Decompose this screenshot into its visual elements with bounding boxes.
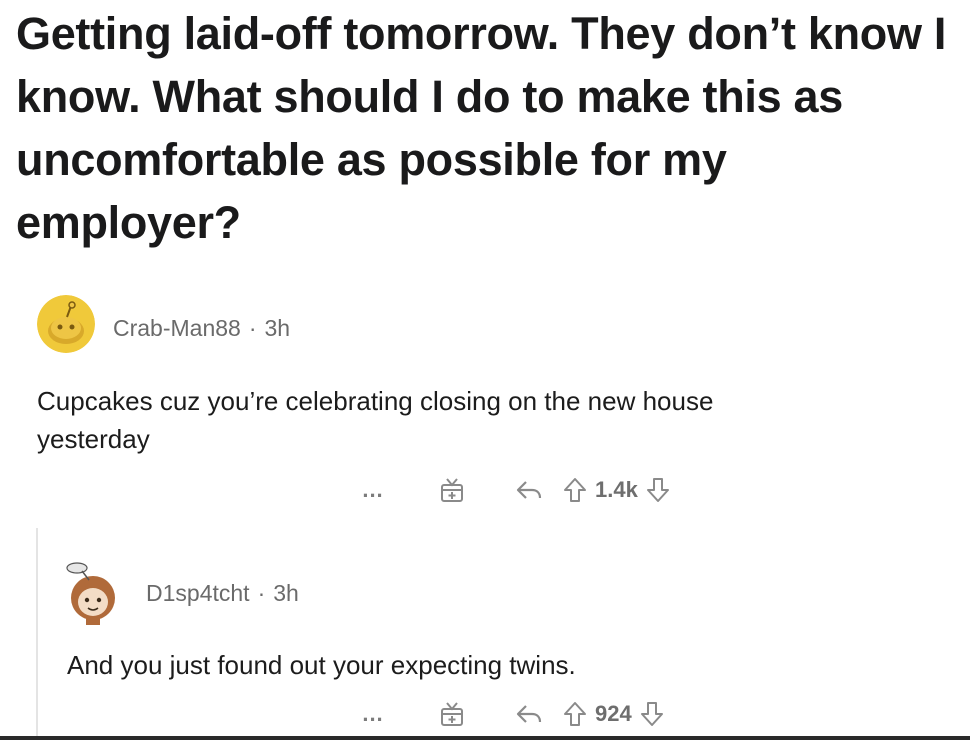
- username[interactable]: Crab-Man88: [113, 315, 241, 341]
- upvote-arrow-icon[interactable]: [563, 477, 587, 503]
- more-options-icon[interactable]: ...: [355, 477, 391, 503]
- downvote-arrow-icon[interactable]: [640, 701, 664, 727]
- award-icon[interactable]: [439, 700, 465, 728]
- upvote-arrow-icon[interactable]: [563, 701, 587, 727]
- vote-count: 1.4k: [595, 477, 638, 502]
- comment-meta: D1sp4tcht · 3h: [146, 580, 299, 607]
- meta-separator: ·: [257, 580, 266, 606]
- custom-avatar-icon: [66, 562, 115, 625]
- comment-age: 3h: [273, 580, 299, 606]
- comment-body: Cupcakes cuz you’re celebrating closing …: [37, 386, 714, 454]
- thread-line[interactable]: [36, 528, 38, 740]
- post-title: Getting laid-off tomorrow. They don’t kn…: [16, 8, 947, 248]
- more-options-icon[interactable]: ...: [355, 701, 391, 727]
- reply-icon[interactable]: [515, 478, 543, 502]
- comment-meta: Crab-Man88 · 3h: [113, 315, 290, 342]
- comment-actions: ... 1.4k: [355, 470, 670, 510]
- reply-icon[interactable]: [515, 702, 543, 726]
- user-avatar[interactable]: [37, 295, 95, 353]
- snoo-avatar-icon: [37, 295, 95, 353]
- comment-actions: ... 924: [355, 694, 664, 734]
- vote-count: 924: [595, 701, 632, 726]
- meta-separator: ·: [248, 315, 257, 341]
- comment-age: 3h: [264, 315, 291, 341]
- downvote-arrow-icon[interactable]: [646, 477, 670, 503]
- comment-body: And you just found out your expecting tw…: [67, 650, 576, 680]
- username[interactable]: D1sp4tcht: [146, 580, 250, 606]
- bottom-divider: [0, 736, 970, 740]
- user-avatar[interactable]: [62, 560, 120, 625]
- award-icon[interactable]: [439, 476, 465, 504]
